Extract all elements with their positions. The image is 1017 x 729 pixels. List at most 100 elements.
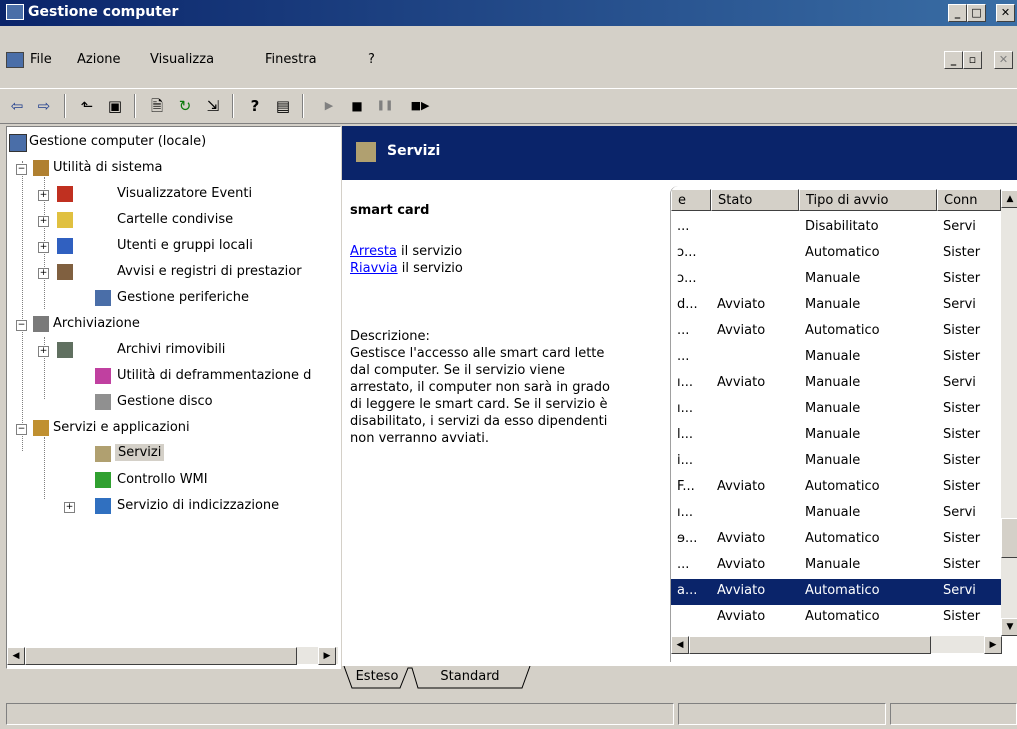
tree-horizontal-scrollbar[interactable]: ◀ ▶ — [7, 647, 338, 665]
cell-name: ɘ... — [677, 531, 698, 546]
forward-icon[interactable]: ⇨ — [33, 95, 55, 117]
scroll-thumb[interactable] — [25, 647, 297, 665]
cell-connessione: Sister — [943, 349, 981, 364]
mmc-system-menu-icon[interactable] — [6, 52, 24, 68]
menu-finestra[interactable]: Finestra — [265, 52, 317, 67]
expand-toggle[interactable]: + — [38, 242, 49, 253]
service-row[interactable]: ı... Manuale Servi — [671, 501, 1001, 527]
cell-name: ı... — [677, 375, 694, 390]
cell-tipo-di-avvio: Manuale — [805, 557, 861, 572]
selected-service-name: smart card — [350, 203, 430, 218]
mdi-close-button[interactable]: ✕ — [994, 51, 1013, 69]
service-row[interactable]: Avviato Automatico Sister — [671, 605, 1001, 631]
services-list: e Stato Tipo di avvio Conn ... Disabilita… — [670, 186, 1017, 662]
expand-toggle[interactable]: + — [38, 216, 49, 227]
menu-visualizza[interactable]: Visualizza — [150, 52, 214, 67]
scroll-right-icon[interactable]: ▶ — [318, 647, 336, 665]
service-row[interactable]: F... Avviato Automatico Sister — [671, 475, 1001, 501]
tab-esteso[interactable]: Esteso — [352, 666, 402, 688]
service-row[interactable]: ... Avviato Automatico Sister — [671, 319, 1001, 345]
expand-toggle[interactable]: + — [38, 346, 49, 357]
scroll-left-icon[interactable]: ◀ — [7, 647, 25, 665]
menu-file[interactable]: File — [30, 52, 52, 67]
mdi-minimize-button[interactable]: _ — [944, 51, 963, 69]
scroll-down-icon[interactable]: ▼ — [1001, 618, 1017, 636]
mdi-restore-button[interactable]: ▫ — [963, 51, 982, 69]
play-icon[interactable]: ▶ — [318, 95, 340, 117]
scroll-thumb[interactable] — [689, 636, 931, 654]
expand-toggle[interactable]: + — [38, 268, 49, 279]
description-line: disabilitato, i servizi da esso dipenden… — [350, 414, 608, 429]
column-header-tipo-di-avvio[interactable]: Tipo di avvio — [799, 189, 937, 211]
tree-item-label: Gestione disco — [117, 394, 213, 409]
restart-service-line: Riavvia il servizio — [350, 260, 670, 277]
menu-help[interactable]: ? — [368, 52, 375, 67]
collapse-toggle[interactable]: − — [16, 424, 27, 435]
cell-stato: Avviato — [717, 323, 766, 338]
cell-connessione: Sister — [943, 557, 981, 572]
cell-connessione: Sister — [943, 531, 981, 546]
description-line: non verranno avviati. — [350, 431, 490, 446]
cell-name: ı... — [677, 505, 694, 520]
scroll-right-icon[interactable]: ▶ — [984, 636, 1002, 654]
service-row[interactable]: d... Avviato Manuale Servi — [671, 293, 1001, 319]
column-header-connessione[interactable]: Conn — [937, 189, 1001, 211]
tab-standard[interactable]: Standard — [420, 666, 520, 688]
removable-storage-icon — [57, 342, 73, 358]
tree-item-label: Avvisi e registri di prestazior — [117, 264, 302, 279]
scroll-up-icon[interactable]: ▲ — [1001, 190, 1017, 208]
scroll-thumb[interactable] — [1001, 518, 1017, 558]
window-title-bar[interactable]: Gestione computer _ □ ✕ — [0, 0, 1017, 26]
cell-tipo-di-avvio: Disabilitato — [805, 219, 879, 234]
console-icon[interactable]: ▤ — [272, 95, 294, 117]
up-folder-icon[interactable]: ⬑ — [76, 95, 98, 117]
restart-icon[interactable]: ■▶ — [405, 95, 435, 117]
stop-service-link[interactable]: Arresta — [350, 244, 397, 259]
status-pane-3 — [890, 703, 1017, 725]
list-horizontal-scrollbar[interactable]: ◀ ▶ — [671, 636, 1002, 654]
expand-toggle[interactable]: + — [64, 502, 75, 513]
service-row[interactable]: ... Disabilitato Servi — [671, 215, 1001, 241]
stop-icon[interactable]: ■ — [346, 95, 368, 117]
tree-item-label: Utilità di sistema — [53, 160, 163, 175]
pause-icon[interactable]: ❚❚ — [374, 95, 396, 117]
cell-connessione: Sister — [943, 323, 981, 338]
services-header: Servizi — [342, 126, 1017, 180]
cell-tipo-di-avvio: Manuale — [805, 453, 861, 468]
service-row[interactable]: ɔ... Automatico Sister — [671, 241, 1001, 267]
cell-name: l... — [677, 427, 694, 442]
service-row[interactable]: ... Avviato Manuale Sister — [671, 553, 1001, 579]
service-row[interactable]: l... Manuale Sister — [671, 423, 1001, 449]
column-header-name[interactable]: e — [671, 189, 711, 211]
show-hide-tree-icon[interactable]: ▣ — [104, 95, 126, 117]
service-row[interactable]: ı... Manuale Sister — [671, 397, 1001, 423]
refresh-icon[interactable]: ↻ — [174, 95, 196, 117]
help-icon[interactable]: ? — [244, 95, 266, 117]
list-vertical-scrollbar[interactable]: ▲ ▼ — [1001, 190, 1017, 636]
service-row[interactable]: ... Manuale Sister — [671, 345, 1001, 371]
back-icon[interactable]: ⇦ — [6, 95, 28, 117]
properties-icon[interactable]: 🗎 — [146, 95, 168, 117]
column-header-stato[interactable]: Stato — [711, 189, 799, 211]
service-row[interactable]: ɘ... Avviato Automatico Sister — [671, 527, 1001, 553]
minimize-button[interactable]: _ — [948, 4, 967, 22]
expand-toggle[interactable]: + — [38, 190, 49, 201]
description-line: di leggere le smart card. Se il servizio… — [350, 397, 608, 412]
restart-service-suffix: il servizio — [397, 261, 463, 276]
collapse-toggle[interactable]: − — [16, 164, 27, 175]
service-row[interactable]: ɔ... Manuale Sister — [671, 267, 1001, 293]
cell-connessione: Servi — [943, 505, 976, 520]
service-row[interactable]: a... Avviato Automatico Servi — [671, 579, 1001, 605]
cell-tipo-di-avvio: Automatico — [805, 323, 880, 338]
close-button[interactable]: ✕ — [996, 4, 1015, 22]
maximize-button[interactable]: □ — [967, 4, 986, 22]
service-row[interactable]: ı... Avviato Manuale Servi — [671, 371, 1001, 397]
restart-service-link[interactable]: Riavvia — [350, 261, 398, 276]
service-row[interactable]: i... Manuale Sister — [671, 449, 1001, 475]
wmi-icon — [95, 472, 111, 488]
collapse-toggle[interactable]: − — [16, 320, 27, 331]
scroll-left-icon[interactable]: ◀ — [671, 636, 689, 654]
cell-connessione: Sister — [943, 453, 981, 468]
export-list-icon[interactable]: ⇲ — [202, 95, 224, 117]
menu-azione[interactable]: Azione — [77, 52, 121, 67]
